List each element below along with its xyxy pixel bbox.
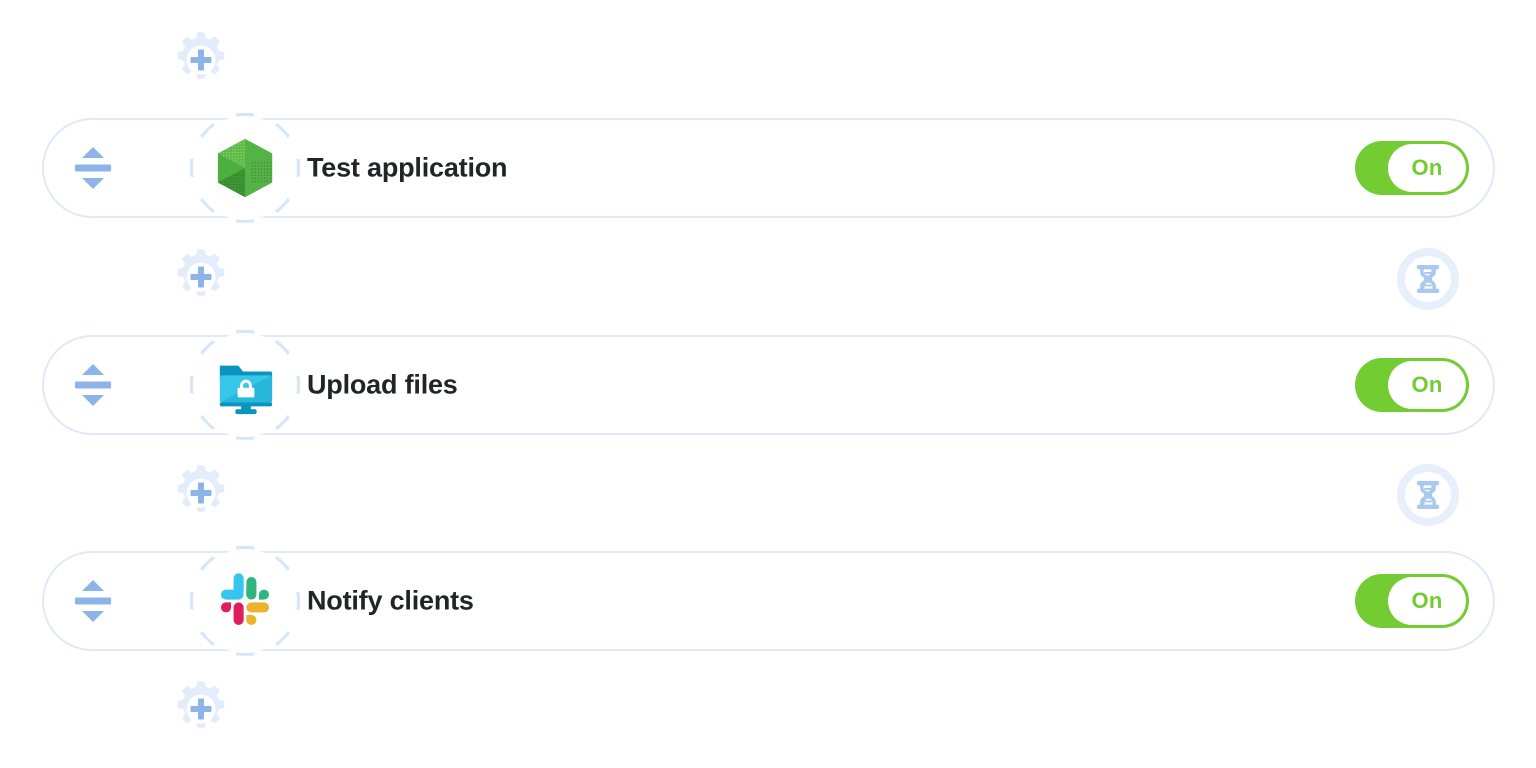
step-enabled-toggle[interactable]: On: [1355, 358, 1469, 412]
add-step-button-1[interactable]: [172, 248, 230, 306]
toggle-state-label: On: [1411, 588, 1443, 613]
step-icon-gear[interactable]: [177, 533, 313, 669]
step-title: Test application: [307, 152, 508, 183]
plus-icon-vertical: [198, 482, 204, 504]
toggle-knob: On: [1388, 577, 1466, 625]
plus-icon-vertical: [198, 698, 204, 720]
triangle-down-icon: [82, 395, 104, 406]
toggle-state-label: On: [1411, 155, 1443, 180]
hourglass-icon: [1416, 481, 1440, 509]
reorder-handle-icon[interactable]: [74, 578, 112, 624]
reorder-handle-icon[interactable]: [74, 145, 112, 191]
workflow-canvas: Test application On Upload files On Noti…: [0, 0, 1536, 768]
triangle-up-icon: [82, 580, 104, 591]
toggle-knob: On: [1388, 144, 1466, 192]
delay-badge-1[interactable]: [1397, 248, 1459, 310]
handle-bar: [75, 381, 111, 389]
workflow-step-card[interactable]: Upload files On: [42, 330, 1495, 440]
toggle-state-label: On: [1411, 372, 1443, 397]
delay-badge-2[interactable]: [1397, 464, 1459, 526]
delay-badge-inner: [1405, 472, 1451, 518]
handle-bar: [75, 164, 111, 172]
node-cube-icon: [217, 138, 273, 198]
secure-folder-icon: [219, 365, 273, 415]
add-step-button-top[interactable]: [172, 31, 230, 89]
app-icon-plate: [193, 333, 297, 437]
triangle-up-icon: [82, 364, 104, 375]
step-title: Upload files: [307, 369, 458, 400]
workflow-step-card[interactable]: Notify clients On: [42, 546, 1495, 656]
add-step-button-2[interactable]: [172, 464, 230, 522]
triangle-down-icon: [82, 178, 104, 189]
delay-badge-inner: [1405, 256, 1451, 302]
app-icon-plate: [193, 116, 297, 220]
workflow-step-card[interactable]: Test application On: [42, 113, 1495, 223]
step-enabled-toggle[interactable]: On: [1355, 574, 1469, 628]
handle-bar: [75, 597, 111, 605]
step-icon-gear[interactable]: [177, 100, 313, 236]
step-icon-gear[interactable]: [177, 317, 313, 453]
triangle-down-icon: [82, 611, 104, 622]
reorder-handle-icon[interactable]: [74, 362, 112, 408]
slack-icon: [220, 573, 270, 626]
triangle-up-icon: [82, 147, 104, 158]
step-enabled-toggle[interactable]: On: [1355, 141, 1469, 195]
app-icon-plate: [193, 549, 297, 653]
toggle-knob: On: [1388, 361, 1466, 409]
plus-icon-vertical: [198, 49, 204, 71]
step-title: Notify clients: [307, 585, 474, 616]
add-step-button-bottom[interactable]: [172, 680, 230, 738]
hourglass-icon: [1416, 265, 1440, 293]
plus-icon-vertical: [198, 266, 204, 288]
